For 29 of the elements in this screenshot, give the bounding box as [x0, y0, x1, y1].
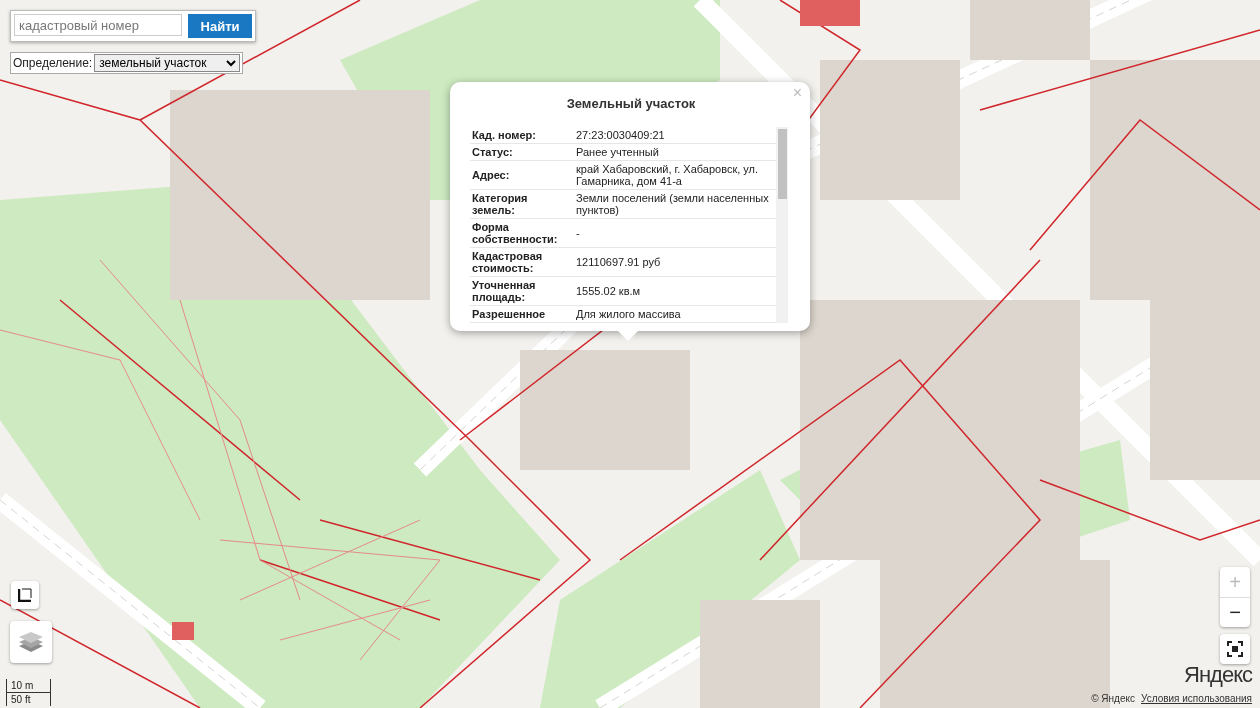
- terms-link[interactable]: Условия использования: [1141, 693, 1252, 704]
- field-label: Адрес:: [470, 160, 574, 190]
- popup-title: Земельный участок: [565, 96, 697, 111]
- field-value: 27:23:0030409:21: [574, 127, 776, 144]
- field-value: Для жилого массива: [574, 305, 776, 323]
- ruler-icon: [18, 588, 32, 602]
- zoom-out-button[interactable]: −: [1220, 597, 1250, 627]
- ruler-button[interactable]: [11, 581, 39, 609]
- definition-label: Определение:: [13, 56, 93, 70]
- search-field[interactable]: кадастровый номер: [14, 14, 182, 36]
- scrollbar[interactable]: [776, 127, 788, 323]
- field-label: Кад. номер:: [470, 127, 574, 144]
- fullscreen-button[interactable]: [1220, 634, 1250, 664]
- field-label: Форма собственности:: [470, 218, 574, 248]
- layers-icon: [18, 631, 44, 653]
- layers-button[interactable]: [10, 621, 52, 663]
- definition-dropdown[interactable]: земельный участок: [94, 54, 241, 72]
- field-label: Уточненная площадь:: [470, 276, 574, 306]
- field-label: Кадастровая стоимость:: [470, 247, 574, 277]
- field-label: Статус:: [470, 143, 574, 161]
- fullscreen-icon: [1227, 641, 1243, 657]
- scale-imperial: 50 ft: [7, 693, 52, 706]
- search-button[interactable]: Найти: [188, 14, 252, 38]
- field-label: Категория земель:: [470, 189, 574, 219]
- scale-metric: 10 m: [7, 679, 52, 693]
- copyright-text: © Яндекс: [1091, 693, 1135, 704]
- map-logo: Яндекс: [1184, 662, 1252, 688]
- field-value: Ранее учтенный: [574, 143, 776, 161]
- field-label: Разрешенное: [470, 305, 574, 323]
